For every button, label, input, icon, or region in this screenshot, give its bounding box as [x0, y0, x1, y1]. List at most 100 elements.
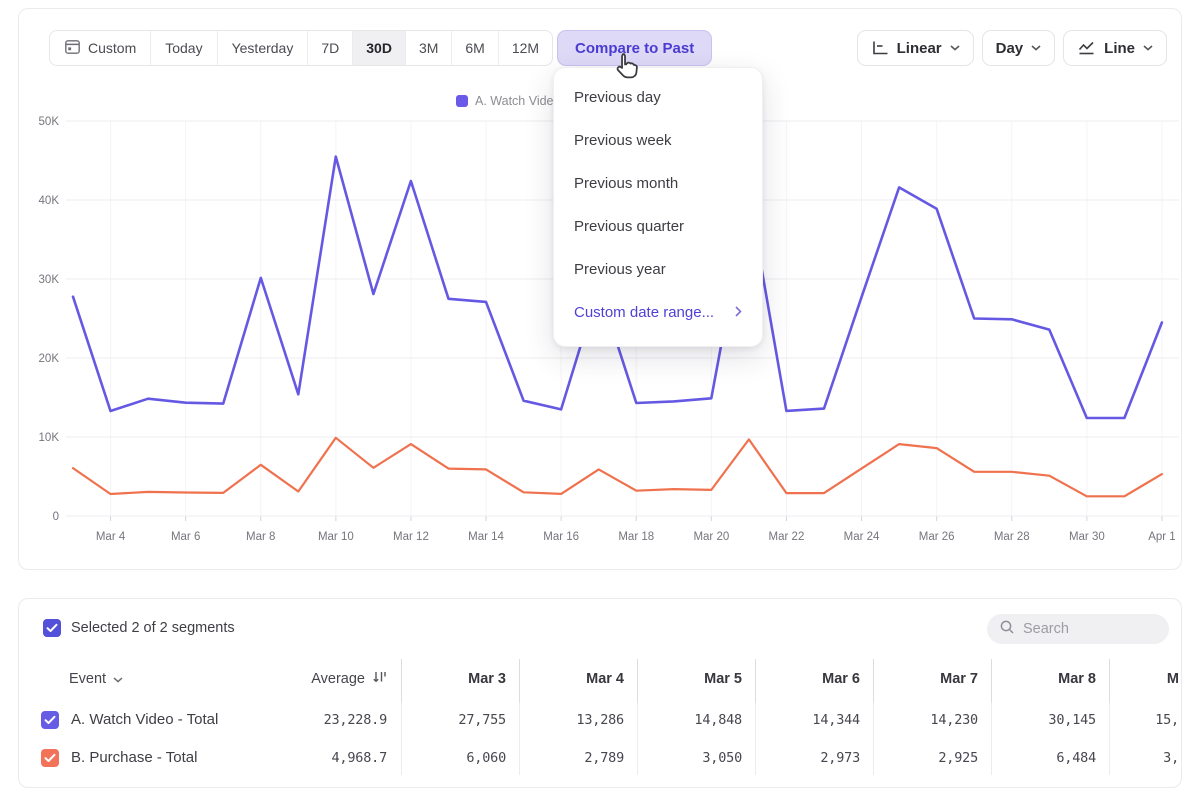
column-header-date: M: [1059, 659, 1179, 699]
date-range-today[interactable]: Today: [150, 31, 216, 65]
value-cell: 14,848: [622, 701, 742, 739]
date-range-12m[interactable]: 12M: [498, 31, 552, 65]
y-axis-label: 20K: [39, 353, 60, 365]
chart-settings-group: Linear Day Line: [857, 30, 1167, 66]
column-header-average[interactable]: Average: [267, 659, 387, 699]
menu-item-custom-date-range[interactable]: Custom date range...: [554, 291, 762, 334]
custom-date-range-label: Custom date range...: [574, 304, 714, 321]
column-header-date: Mar 4: [504, 659, 624, 699]
scale-dropdown-button[interactable]: Linear: [857, 30, 974, 66]
value-cell: 23,228.9: [267, 701, 387, 739]
chart-type-dropdown-label: Line: [1104, 40, 1135, 57]
menu-item-previous-week[interactable]: Previous week: [554, 119, 762, 162]
x-axis-label: Mar 16: [543, 531, 579, 543]
value-cell: 2,925: [858, 739, 978, 777]
interval-dropdown-label: Day: [996, 40, 1024, 57]
column-header-date: Mar 6: [740, 659, 860, 699]
date-range-30d[interactable]: 30D: [352, 31, 405, 65]
date-range-6m[interactable]: 6M: [451, 31, 497, 65]
y-axis-label: 30K: [39, 274, 60, 286]
segments-panel: Selected 2 of 2 segments Event Average Mar…: [18, 598, 1182, 788]
date-range-3m[interactable]: 3M: [405, 31, 451, 65]
x-axis-label: Mar 14: [468, 531, 504, 543]
chart-card: Mar 4 Mar 6 Mar 8 Mar 10 Mar 12 Mar 14 Mar 16 M…: [18, 8, 1182, 570]
y-axis-label: 0: [53, 511, 59, 523]
line-chart-icon: [1077, 40, 1096, 56]
value-cell: 3,: [1059, 739, 1179, 777]
chevron-down-icon: [1143, 45, 1153, 51]
scale-dropdown-label: Linear: [897, 40, 942, 57]
column-header-date: Mar 3: [386, 659, 506, 699]
x-axis-label: Mar 28: [994, 531, 1030, 543]
x-axis-label: Mar 26: [919, 531, 955, 543]
chart-type-dropdown-button[interactable]: Line: [1063, 30, 1167, 66]
y-axis-label: 50K: [39, 116, 60, 128]
value-cell: 13,286: [504, 701, 624, 739]
chevron-down-icon: [1031, 45, 1041, 51]
x-axis-label: Mar 6: [171, 531, 200, 543]
column-header-date: Mar 7: [858, 659, 978, 699]
table-row[interactable]: A. Watch Video - Total 23,228.927,75513,2…: [19, 701, 1181, 739]
menu-item-previous-quarter[interactable]: Previous quarter: [554, 205, 762, 248]
chevron-down-icon: [113, 671, 123, 687]
table-row[interactable]: B. Purchase - Total 4,968.76,0602,7893,05…: [19, 739, 1181, 777]
value-cell: 6,060: [386, 739, 506, 777]
x-axis-label: Mar 4: [96, 531, 126, 543]
average-header-label: Average: [311, 671, 365, 687]
segment-checkbox[interactable]: [41, 711, 59, 729]
linear-scale-icon: [871, 40, 889, 56]
compare-to-past-label: Compare to Past: [575, 40, 694, 57]
date-range-label: Custom: [88, 40, 136, 56]
date-range-label: Yesterday: [232, 40, 294, 56]
menu-item-previous-month[interactable]: Previous month: [554, 162, 762, 205]
event-header-label: Event: [69, 671, 106, 687]
series-line-purchase: [73, 438, 1162, 497]
value-cell: 2,973: [740, 739, 860, 777]
interval-dropdown-button[interactable]: Day: [982, 30, 1056, 66]
segments-summary: Selected 2 of 2 segments: [71, 620, 235, 636]
x-axis-label: Mar 18: [618, 531, 654, 543]
compare-to-past-menu: Previous dayPrevious weekPrevious monthP…: [553, 67, 763, 347]
x-axis-label: Mar 22: [769, 531, 805, 543]
menu-item-previous-day[interactable]: Previous day: [554, 76, 762, 119]
menu-item-previous-year[interactable]: Previous year: [554, 248, 762, 291]
x-axis-label: Apr 1: [1148, 531, 1176, 543]
date-range-label: 6M: [465, 40, 484, 56]
segment-label: A. Watch Video - Total: [71, 701, 218, 739]
chevron-right-icon: [735, 304, 742, 321]
search-input[interactable]: [1023, 621, 1153, 637]
date-range-label: 7D: [321, 40, 339, 56]
select-all-checkbox[interactable]: [43, 619, 61, 637]
calendar-icon: [64, 38, 81, 58]
search-box: [987, 614, 1169, 644]
date-range-label: Today: [165, 40, 202, 56]
value-cell: 3,050: [622, 739, 742, 777]
value-cell: 27,755: [386, 701, 506, 739]
search-icon: [999, 619, 1015, 640]
date-range-yesterday[interactable]: Yesterday: [217, 31, 308, 65]
value-cell: 14,230: [858, 701, 978, 739]
x-axis-label: Mar 30: [1069, 531, 1105, 543]
chevron-down-icon: [950, 45, 960, 51]
segment-label: B. Purchase - Total: [71, 739, 197, 777]
value-cell: 2,789: [504, 739, 624, 777]
date-range-custom[interactable]: Custom: [50, 31, 150, 65]
column-header-date: Mar 5: [622, 659, 742, 699]
x-axis-label: Mar 8: [246, 531, 275, 543]
date-range-label: 30D: [366, 40, 392, 56]
segment-checkbox[interactable]: [41, 749, 59, 767]
column-header-event[interactable]: Event: [69, 659, 123, 699]
value-cell: 15,: [1059, 701, 1179, 739]
x-axis-label: Mar 24: [844, 531, 880, 543]
date-range-label: 12M: [512, 40, 539, 56]
compare-to-past-button[interactable]: Compare to Past: [557, 30, 712, 66]
legend-swatch-purple: [456, 95, 468, 107]
date-range-label: 3M: [419, 40, 438, 56]
date-range-7d[interactable]: 7D: [307, 31, 352, 65]
value-cell: 4,968.7: [267, 739, 387, 777]
x-axis-label: Mar 12: [393, 531, 429, 543]
legend-item-watch-video[interactable]: A. Watch Vide: [456, 94, 554, 108]
sort-descending-icon: [372, 670, 387, 688]
legend-label: A. Watch Vide: [475, 94, 554, 108]
x-axis-label: Mar 10: [318, 531, 354, 543]
